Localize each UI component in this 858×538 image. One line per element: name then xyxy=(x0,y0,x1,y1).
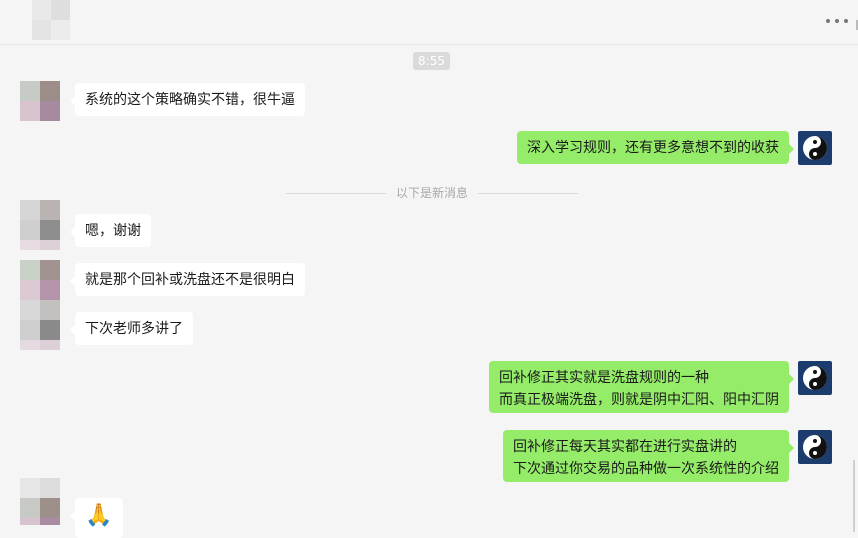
message-bubble-sent[interactable]: 回补修正每天其实都在进行实盘讲的 下次通过你交易的品种做一次系统性的介绍 xyxy=(503,430,794,482)
divider-line-right xyxy=(478,193,578,194)
sender-avatar-part xyxy=(20,340,60,360)
yin-yang-icon[interactable] xyxy=(798,131,832,165)
sender-avatar-part xyxy=(20,240,60,260)
sender-avatar[interactable] xyxy=(20,81,60,121)
sender-avatar[interactable] xyxy=(20,478,60,518)
sender-avatar[interactable] xyxy=(20,200,60,240)
message-text: 下次老师多讲了 xyxy=(85,320,183,337)
message-bubble-received[interactable]: 系统的这个策略确实不错，很牛逼 xyxy=(70,83,305,116)
message-bubble-received[interactable]: 嗯，谢谢 xyxy=(70,214,151,247)
praying-hands-emoji: 🙏 xyxy=(85,503,113,528)
sender-avatar-part xyxy=(20,518,60,532)
sender-avatar[interactable] xyxy=(20,260,60,300)
message-text: 嗯，谢谢 xyxy=(85,222,141,239)
timestamp: 8:55 xyxy=(413,52,450,70)
chat-header xyxy=(0,0,858,45)
message-bubble-sent[interactable]: 深入学习规则，还有更多意想不到的收获 xyxy=(517,131,794,164)
message-line: 回补修正每天其实都在进行实盘讲的 xyxy=(513,439,737,455)
divider-line-left xyxy=(286,193,386,194)
more-icon[interactable] xyxy=(826,17,848,25)
contact-avatar-blurred xyxy=(32,0,70,40)
sender-avatar[interactable] xyxy=(20,300,60,340)
yin-yang-icon[interactable] xyxy=(798,361,832,395)
new-messages-divider: 以下是新消息 xyxy=(396,186,469,200)
message-text: 深入学习规则，还有更多意想不到的收获 xyxy=(527,139,779,156)
message-text: 就是那个回补或洗盘还不是很明白 xyxy=(85,271,295,288)
message-bubble-received-emoji[interactable]: 🙏 xyxy=(70,498,123,538)
message-line: 而真正极端洗盘，则就是阴中汇阳、阳中汇阴 xyxy=(499,392,779,408)
message-text: 系统的这个策略确实不错，很牛逼 xyxy=(85,91,295,108)
message-line: 回补修正其实就是洗盘规则的一种 xyxy=(499,370,709,386)
window-edge xyxy=(853,460,855,532)
message-bubble-received[interactable]: 就是那个回补或洗盘还不是很明白 xyxy=(70,263,305,296)
message-bubble-received[interactable]: 下次老师多讲了 xyxy=(70,312,193,345)
message-line: 下次通过你交易的品种做一次系统性的介绍 xyxy=(513,461,779,477)
yin-yang-icon[interactable] xyxy=(798,430,832,464)
message-bubble-sent[interactable]: 回补修正其实就是洗盘规则的一种 而真正极端洗盘，则就是阴中汇阳、阳中汇阴 xyxy=(489,361,794,413)
